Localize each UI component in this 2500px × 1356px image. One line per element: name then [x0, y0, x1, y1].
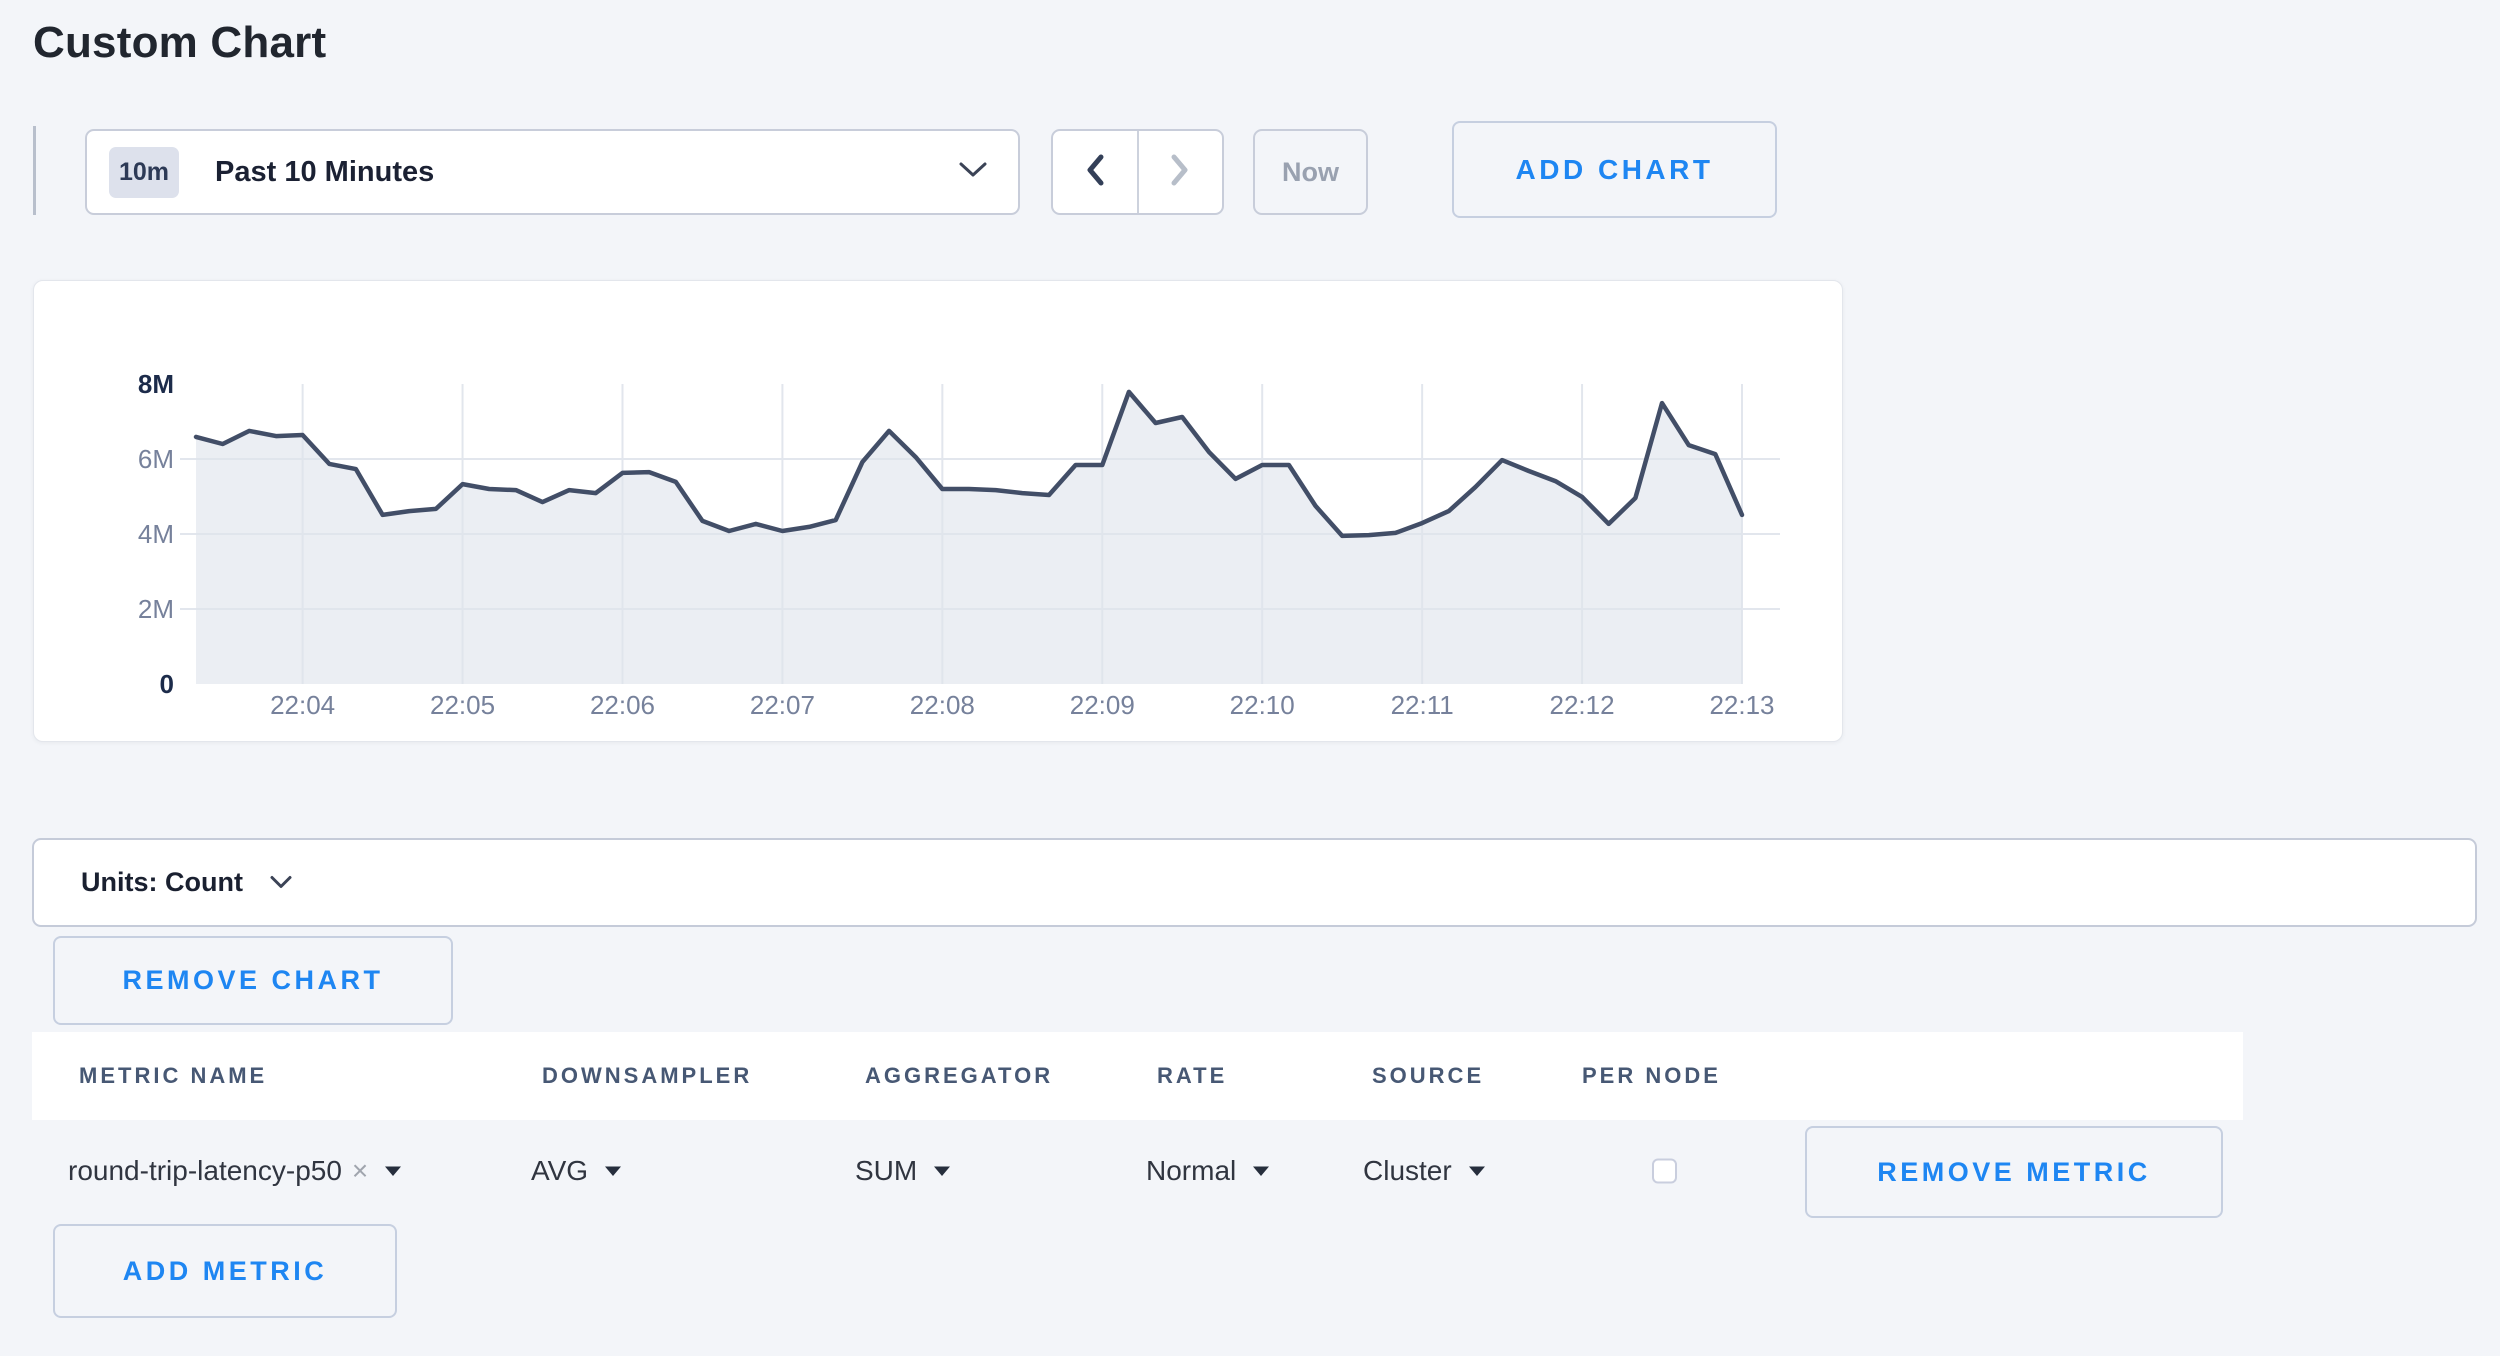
svg-text:22:07: 22:07 [750, 690, 815, 720]
add-metric-button[interactable]: ADD METRIC [53, 1224, 397, 1318]
svg-text:6M: 6M [138, 444, 174, 474]
now-button[interactable]: Now [1253, 129, 1368, 215]
column-header-aggregator: AGGREGATOR [865, 1063, 1053, 1089]
svg-text:0: 0 [160, 669, 174, 699]
chevron-down-icon [958, 161, 988, 183]
time-back-button[interactable] [1053, 131, 1137, 213]
units-dropdown[interactable]: Units: Count [32, 838, 2477, 927]
caret-down-icon [384, 1164, 402, 1182]
caret-down-icon [1252, 1164, 1270, 1182]
svg-text:22:05: 22:05 [430, 690, 495, 720]
time-range-dropdown[interactable]: 10m Past 10 Minutes [85, 129, 1020, 215]
chevron-left-icon [1084, 153, 1106, 192]
source-value: Cluster [1363, 1155, 1452, 1187]
svg-text:22:10: 22:10 [1230, 690, 1295, 720]
chevron-down-icon [269, 875, 293, 894]
rate-value: Normal [1146, 1155, 1236, 1187]
aggregator-select[interactable]: SUM [855, 1155, 951, 1187]
per-node-checkbox[interactable] [1652, 1159, 1677, 1184]
caret-down-icon [933, 1164, 951, 1182]
svg-text:22:04: 22:04 [270, 690, 335, 720]
custom-chart-svg: 8M 6M 4M 2M 0 22:04 22:05 22:06 22:07 22:08 22:09 2… [34, 281, 1842, 741]
aggregator-value: SUM [855, 1155, 917, 1187]
metric-name-select[interactable]: round-trip-latency-p50 × [68, 1155, 402, 1187]
downsampler-select[interactable]: AVG [531, 1155, 622, 1187]
caret-down-icon [604, 1164, 622, 1182]
chevron-right-icon [1169, 153, 1191, 192]
column-header-metric-name: METRIC NAME [79, 1063, 267, 1089]
remove-metric-button[interactable]: REMOVE METRIC [1805, 1126, 2223, 1218]
svg-text:22:12: 22:12 [1550, 690, 1615, 720]
units-label: Units: Count [81, 867, 243, 898]
svg-text:8M: 8M [138, 369, 174, 399]
metric-table-header: METRIC NAME DOWNSAMPLER AGGREGATOR RATE … [32, 1032, 2243, 1120]
rate-select[interactable]: Normal [1146, 1155, 1270, 1187]
svg-text:22:08: 22:08 [910, 690, 975, 720]
svg-text:22:09: 22:09 [1070, 690, 1135, 720]
time-range-label: Past 10 Minutes [215, 156, 434, 189]
svg-text:22:06: 22:06 [590, 690, 655, 720]
time-forward-button[interactable] [1137, 131, 1223, 213]
svg-text:2M: 2M [138, 594, 174, 624]
downsampler-value: AVG [531, 1155, 588, 1187]
svg-text:22:11: 22:11 [1391, 690, 1454, 720]
svg-text:4M: 4M [138, 519, 174, 549]
toolbar-accent-divider [33, 126, 36, 215]
column-header-downsampler: DOWNSAMPLER [542, 1063, 752, 1089]
time-range-badge: 10m [109, 147, 179, 198]
metric-name-value: round-trip-latency-p50 [68, 1155, 342, 1187]
custom-chart-panel: 8M 6M 4M 2M 0 22:04 22:05 22:06 22:07 22:08 22:09 2… [33, 280, 1843, 742]
remove-chart-button[interactable]: REMOVE CHART [53, 936, 453, 1025]
time-shift-button-group [1051, 129, 1224, 215]
caret-down-icon [1468, 1164, 1486, 1182]
column-header-rate: RATE [1157, 1063, 1227, 1089]
column-header-source: SOURCE [1372, 1063, 1484, 1089]
remove-token-icon[interactable]: × [352, 1155, 368, 1187]
column-header-per-node: PER NODE [1582, 1063, 1721, 1089]
source-select[interactable]: Cluster [1363, 1155, 1486, 1187]
page-title: Custom Chart [33, 18, 326, 68]
svg-text:22:13: 22:13 [1709, 690, 1774, 720]
add-chart-button[interactable]: ADD CHART [1452, 121, 1777, 218]
